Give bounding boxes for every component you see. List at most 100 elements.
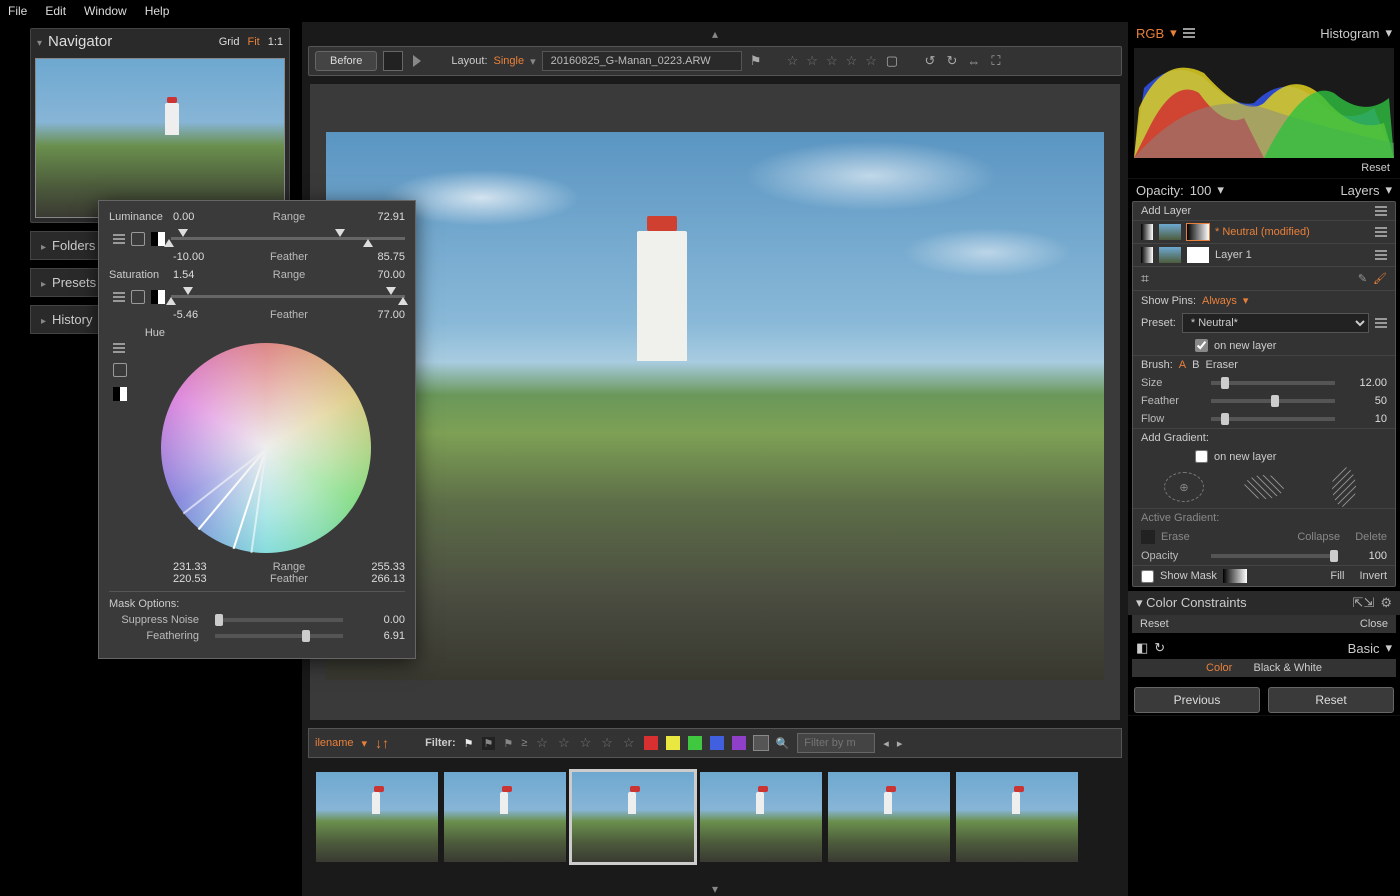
- thumbnail[interactable]: [316, 772, 438, 862]
- grad-opacity-slider[interactable]: [1211, 554, 1335, 558]
- menu-edit[interactable]: Edit: [45, 4, 66, 18]
- rating-star-1[interactable]: ☆: [787, 53, 799, 69]
- delete-button[interactable]: Delete: [1355, 531, 1387, 543]
- suppress-noise-slider[interactable]: [215, 618, 343, 622]
- cc-collapse-icon[interactable]: ⇱⇲: [1353, 595, 1375, 611]
- filter-star-1[interactable]: ☆: [536, 735, 548, 751]
- filter-star-2[interactable]: ☆: [558, 735, 570, 751]
- thumbnail[interactable]: [828, 772, 950, 862]
- cc-close[interactable]: Close: [1360, 618, 1388, 630]
- rating-star-2[interactable]: ☆: [806, 53, 818, 69]
- layer-row-1[interactable]: * Neutral (modified): [1133, 221, 1395, 244]
- bottom-expand-handle[interactable]: ▾: [302, 882, 1128, 896]
- lum-eyedropper-icon[interactable]: [131, 232, 145, 246]
- lum-options-icon[interactable]: [113, 234, 125, 244]
- add-layer-button[interactable]: Add Layer: [1141, 205, 1191, 217]
- rating-star-4[interactable]: ☆: [846, 53, 858, 69]
- preset-menu-icon[interactable]: [1375, 318, 1387, 328]
- opacity-value[interactable]: 100: [1190, 183, 1212, 198]
- top-expand-handle[interactable]: ▴: [302, 22, 1128, 46]
- sync-icon[interactable]: ↻: [1154, 640, 1165, 656]
- erase-swatch[interactable]: [1141, 530, 1155, 544]
- fullscreen-icon[interactable]: ⛶: [988, 53, 1004, 69]
- layer-row-2[interactable]: Layer 1: [1133, 244, 1395, 267]
- mask-overlay-toggle[interactable]: [413, 55, 421, 67]
- thumbnail[interactable]: [956, 772, 1078, 862]
- before-button[interactable]: Before: [315, 51, 377, 71]
- search-icon[interactable]: 🔍: [776, 737, 790, 750]
- eyedropper-icon[interactable]: ✎: [1358, 272, 1367, 285]
- thumbnail[interactable]: [700, 772, 822, 862]
- layer-menu-icon[interactable]: [1375, 250, 1387, 260]
- filter-color-none[interactable]: [754, 736, 768, 750]
- bg-dark-toggle[interactable]: [383, 51, 403, 71]
- menu-file[interactable]: File: [8, 4, 27, 18]
- add-layer-menu-icon[interactable]: [1375, 206, 1387, 216]
- layer-visibility-icon[interactable]: [1141, 224, 1153, 240]
- rotate-ccw-icon[interactable]: ↺: [922, 53, 938, 69]
- filter-color-purple[interactable]: [732, 736, 746, 750]
- sat-options-icon[interactable]: [113, 292, 125, 302]
- show-mask-checkbox[interactable]: [1141, 570, 1154, 583]
- filter-color-yellow[interactable]: [666, 736, 680, 750]
- navigator-title[interactable]: Navigator: [37, 33, 112, 50]
- basic-title[interactable]: Basic: [1348, 641, 1380, 656]
- histogram-reset[interactable]: Reset: [1361, 162, 1390, 174]
- filter-flag-white-icon[interactable]: ⚑: [464, 737, 474, 750]
- luminance-range-slider[interactable]: [171, 229, 405, 249]
- layer-mask-icon[interactable]: [1187, 224, 1209, 240]
- reset-button[interactable]: Reset: [1268, 687, 1394, 713]
- basic-bw-tab[interactable]: Black & White: [1254, 662, 1322, 674]
- size-slider[interactable]: [1211, 381, 1335, 385]
- filter-flag-none-icon[interactable]: ⚑: [503, 737, 513, 750]
- navigator-thumbnail[interactable]: [35, 58, 285, 218]
- rotate-cw-icon[interactable]: ↻: [944, 53, 960, 69]
- sort-order-icon[interactable]: ↓↑: [375, 735, 389, 751]
- nav-one-to-one[interactable]: 1:1: [268, 36, 283, 48]
- layer-visibility-icon[interactable]: [1141, 247, 1153, 263]
- cc-gear-icon[interactable]: ⚙: [1380, 595, 1392, 611]
- brush-a[interactable]: A: [1179, 359, 1186, 371]
- flip-icon[interactable]: ⇔: [966, 53, 982, 69]
- crop-icon[interactable]: ⌗: [1141, 270, 1149, 287]
- filter-star-5[interactable]: ☆: [623, 735, 635, 751]
- label-icon[interactable]: ▢: [884, 53, 900, 69]
- hue-options-icon[interactable]: [113, 343, 125, 353]
- rating-star-5[interactable]: ☆: [865, 53, 877, 69]
- rating-star-3[interactable]: ☆: [826, 53, 838, 69]
- lum-swatch-icon[interactable]: [151, 232, 165, 246]
- image-canvas[interactable]: [310, 84, 1120, 720]
- hue-eyedropper-icon[interactable]: [113, 363, 127, 377]
- nav-grid[interactable]: Grid: [219, 36, 240, 48]
- filter-color-blue[interactable]: [710, 736, 724, 750]
- gradient-new-layer-checkbox[interactable]: [1195, 450, 1208, 463]
- fill-button[interactable]: Fill: [1330, 570, 1344, 582]
- filter-color-red[interactable]: [644, 736, 658, 750]
- feather-slider[interactable]: [1211, 399, 1335, 403]
- preset-new-layer-checkbox[interactable]: [1195, 339, 1208, 352]
- layer-menu-icon[interactable]: [1375, 227, 1387, 237]
- cc-reset[interactable]: Reset: [1140, 618, 1169, 630]
- layer-mask-icon[interactable]: [1187, 247, 1209, 263]
- filter-flag-reject-icon[interactable]: ⚑: [482, 737, 496, 750]
- thumbnail-selected[interactable]: [572, 772, 694, 862]
- layout-value[interactable]: Single: [494, 55, 525, 67]
- thumbnail[interactable]: [444, 772, 566, 862]
- mirror-gradient-icon[interactable]: [1332, 467, 1356, 507]
- show-pins-value[interactable]: Always: [1202, 295, 1237, 307]
- invert-button[interactable]: Invert: [1359, 570, 1387, 582]
- erase-label[interactable]: Erase: [1161, 531, 1190, 543]
- menu-window[interactable]: Window: [84, 4, 127, 18]
- show-mask-swatch[interactable]: [1223, 569, 1247, 583]
- flag-icon[interactable]: ⚑: [748, 53, 764, 69]
- linear-gradient-icon[interactable]: [1244, 475, 1284, 499]
- brush-b[interactable]: B: [1192, 359, 1199, 371]
- filmstrip-next-icon[interactable]: ▸: [897, 737, 903, 750]
- histogram-mode[interactable]: RGB: [1136, 26, 1164, 41]
- menu-help[interactable]: Help: [145, 4, 170, 18]
- filter-text-input[interactable]: [797, 733, 875, 753]
- compare-icon[interactable]: ◧: [1136, 640, 1148, 656]
- sort-field[interactable]: ilename: [315, 737, 354, 749]
- brush-eraser[interactable]: Eraser: [1205, 359, 1237, 371]
- previous-button[interactable]: Previous: [1134, 687, 1260, 713]
